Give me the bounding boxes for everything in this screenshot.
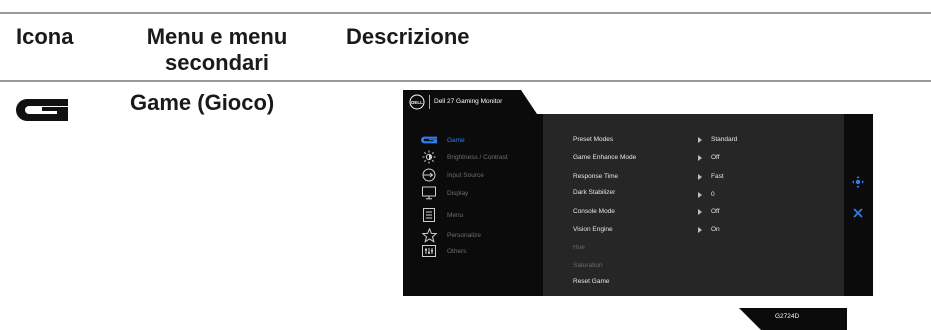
osd-nav: Game Brightness / Contrast Input Source … — [403, 114, 543, 296]
close-icon[interactable] — [853, 208, 863, 218]
model-label: G2724D — [775, 313, 800, 320]
nav-item-others[interactable]: Others — [421, 242, 467, 260]
table-header-rule — [0, 80, 931, 82]
option-label-vision-engine[interactable]: Vision Engine — [573, 226, 613, 233]
option-label-reset-game[interactable]: Reset Game — [573, 278, 610, 285]
game-g-icon — [421, 133, 437, 147]
game-g-icon — [16, 99, 68, 121]
option-label-hue: Hue — [573, 244, 585, 251]
nav-item-brightness[interactable]: Brightness / Contrast — [421, 148, 508, 166]
option-value-console-mode: Off — [698, 208, 720, 215]
osd-options-panel: Preset Modes Standard Game Enhance Mode … — [543, 114, 844, 296]
option-label-saturation: Saturation — [573, 262, 603, 269]
option-value-game-enhance-mode: Off — [698, 154, 720, 161]
option-label-preset-modes[interactable]: Preset Modes — [573, 136, 613, 143]
option-label-dark-stabilizer[interactable]: Dark Stabilizer — [573, 189, 615, 196]
star-icon — [421, 227, 437, 243]
arrow-right-icon — [698, 136, 702, 143]
header-description-column: Descrizione — [346, 24, 470, 49]
arrow-right-icon — [698, 191, 702, 198]
header-menu-line-2: secondari — [165, 50, 269, 75]
nav-label: Menu — [447, 211, 464, 219]
nav-item-display[interactable]: Display — [421, 184, 468, 202]
option-value-dark-stabilizer: 0 — [698, 191, 715, 198]
nav-label: Personalize — [447, 231, 481, 239]
osd-control-strip — [844, 114, 873, 296]
option-label-console-mode[interactable]: Console Mode — [573, 208, 615, 215]
option-value-vision-engine: On — [698, 226, 720, 233]
osd-screenshot: DELL Dell 27 Gaming Monitor Game Brightn… — [403, 90, 873, 330]
row-title: Game (Gioco) — [130, 90, 275, 115]
header-menu-column: Menu e menu secondari — [136, 24, 298, 76]
header-icon-column: Icona — [16, 24, 74, 49]
brightness-icon — [421, 150, 437, 164]
arrow-right-icon — [698, 226, 702, 233]
table-top-rule — [0, 12, 931, 14]
option-value-preset-modes: Standard — [698, 136, 737, 143]
option-label-response-time[interactable]: Response Time — [573, 173, 618, 180]
nav-label: Brightness / Contrast — [447, 153, 508, 161]
svg-text:DELL: DELL — [411, 100, 423, 105]
display-icon — [421, 186, 437, 200]
dell-logo-icon: DELL — [409, 94, 425, 110]
others-icon — [421, 244, 437, 258]
input-source-icon — [421, 168, 437, 182]
menu-icon — [421, 208, 437, 222]
nav-label: Others — [447, 247, 467, 255]
arrow-right-icon — [698, 154, 702, 161]
nav-item-menu[interactable]: Menu — [421, 206, 463, 224]
nav-item-game[interactable]: Game — [421, 131, 465, 149]
nav-label: Display — [447, 189, 469, 197]
osd-body: Game Brightness / Contrast Input Source … — [403, 114, 873, 296]
option-label-game-enhance-mode[interactable]: Game Enhance Mode — [573, 154, 636, 161]
nav-label: Game — [447, 136, 465, 144]
nav-label: Input Source — [447, 171, 484, 179]
nav-item-input-source[interactable]: Input Source — [421, 166, 484, 184]
arrow-right-icon — [698, 208, 702, 215]
arrow-right-icon — [698, 173, 702, 180]
tab-divider — [429, 95, 430, 109]
option-value-response-time: Fast — [698, 173, 724, 180]
osd-title: Dell 27 Gaming Monitor — [434, 98, 503, 105]
joystick-icon[interactable] — [852, 176, 864, 188]
header-menu-line-1: Menu e menu — [146, 24, 288, 49]
